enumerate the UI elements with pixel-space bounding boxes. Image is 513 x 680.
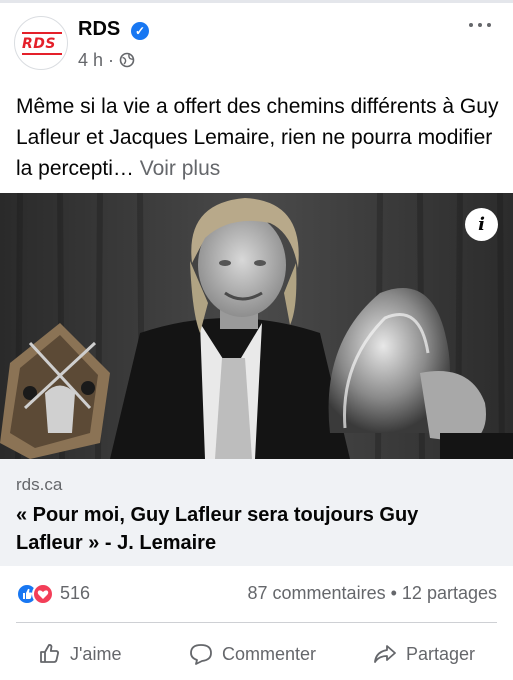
stats-dot: • (390, 583, 397, 603)
comment-bubble-icon (190, 644, 212, 665)
comment-button[interactable]: Commenter (188, 632, 316, 676)
action-bar: J'aime Commenter Partager (0, 632, 513, 676)
comment-label: Commenter (222, 643, 317, 664)
page-name[interactable]: RDS (78, 18, 120, 41)
top-divider (0, 0, 513, 3)
link-title[interactable]: « Pour moi, Guy Lafleur sera toujours Gu… (16, 501, 486, 557)
post-header: RDS RDS ✓ 4 h · (14, 14, 499, 74)
actions-divider (16, 622, 497, 623)
globe-icon (119, 52, 135, 73)
reaction-count[interactable]: 516 (60, 583, 90, 604)
share-count[interactable]: 12 partages (402, 583, 497, 603)
meta-separator: · (108, 50, 115, 70)
post-text: Même si la vie a offert des chemins diff… (16, 91, 500, 184)
share-arrow-icon (374, 645, 396, 663)
verified-check-icon: ✓ (131, 22, 149, 40)
engagement-stats: 516 87 commentaires • 12 partages (16, 580, 497, 608)
logo-text: RDS (22, 36, 56, 52)
link-preview[interactable]: rds.ca « Pour moi, Guy Lafleur sera touj… (0, 459, 513, 566)
photo-illustration (0, 193, 513, 459)
see-more-link[interactable]: Voir plus (140, 157, 221, 180)
page-avatar[interactable]: RDS (14, 16, 68, 70)
info-icon[interactable]: i (465, 208, 498, 241)
reactions[interactable] (16, 583, 60, 605)
like-button[interactable]: J'aime (38, 632, 121, 676)
link-domain: rds.ca (16, 475, 63, 494)
post-body: Même si la vie a offert des chemins diff… (16, 95, 499, 180)
post-meta: 4 h · (78, 50, 135, 73)
more-options-icon[interactable] (467, 16, 493, 32)
comments-shares: 87 commentaires • 12 partages (248, 583, 497, 604)
share-button[interactable]: Partager (372, 632, 475, 676)
post-time[interactable]: 4 h (78, 50, 103, 70)
love-reaction-icon (32, 583, 54, 605)
post-photo[interactable]: i (0, 193, 513, 459)
logo-bar-bottom (22, 53, 62, 55)
thumbs-up-icon (40, 644, 59, 663)
comment-count[interactable]: 87 commentaires (248, 583, 386, 603)
like-label: J'aime (70, 643, 122, 664)
share-label: Partager (406, 643, 476, 664)
logo-bar-top (22, 32, 62, 34)
rds-logo: RDS (22, 32, 62, 55)
